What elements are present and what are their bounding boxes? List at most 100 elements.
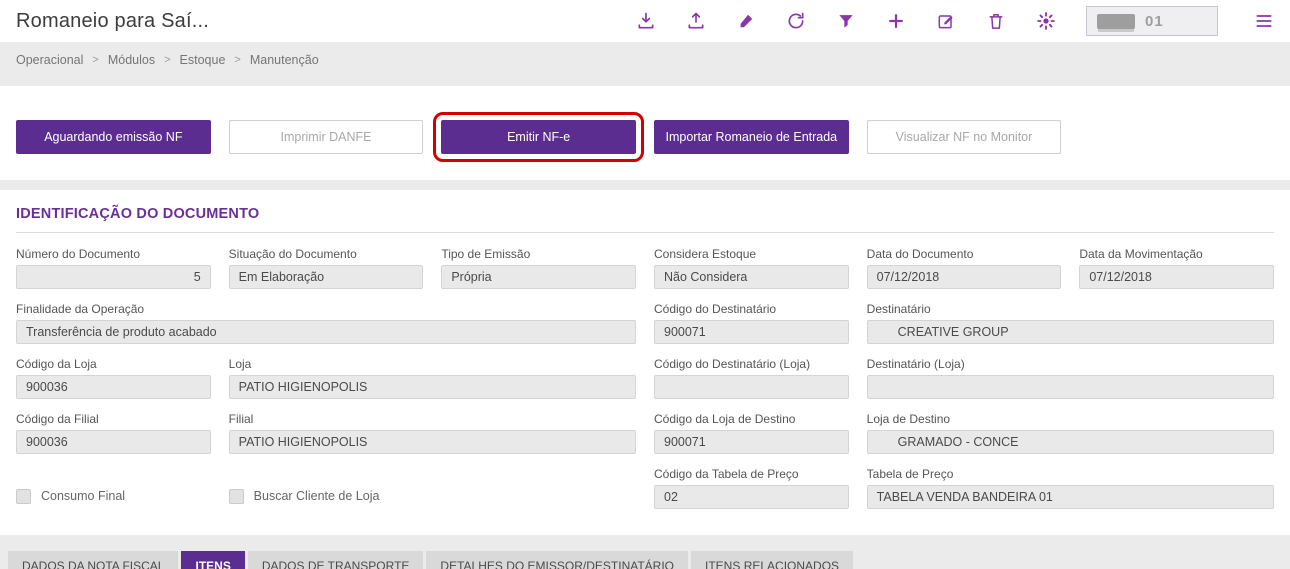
breadcrumb-item-operacional[interactable]: Operacional xyxy=(16,53,83,67)
buscar-cliente-loja-checkbox[interactable]: Buscar Cliente de Loja xyxy=(228,483,424,509)
refresh-icon[interactable] xyxy=(786,11,806,31)
breadcrumb: Operacional > Módulos > Estoque > Manute… xyxy=(0,42,1290,76)
field-label: Data do Documento xyxy=(866,247,974,261)
field-data-movimentacao: Data da Movimentação 07/12/2018 xyxy=(1079,247,1274,289)
checkbox-label: Consumo Final xyxy=(41,489,126,503)
pages-icon xyxy=(1097,13,1135,29)
visualizar-nf-monitor-button[interactable]: Visualizar NF no Monitor xyxy=(866,120,1062,154)
field-label: Filial xyxy=(228,412,254,426)
field-value: 900071 xyxy=(654,430,849,454)
breadcrumb-separator: > xyxy=(234,54,241,66)
field-label: Código do Destinatário (Loja) xyxy=(654,357,811,371)
checkbox-icon[interactable] xyxy=(16,488,31,504)
field-value: 02 xyxy=(654,485,849,509)
tab-dados-de-transporte[interactable]: DADOS DE TRANSPORTE xyxy=(247,551,424,569)
field-label: Código da Tabela de Preço xyxy=(654,467,799,481)
aguardando-emissao-nf-button[interactable]: Aguardando emissão NF xyxy=(16,120,211,154)
field-label: Número do Documento xyxy=(16,247,141,261)
gear-icon[interactable] xyxy=(1036,11,1056,31)
field-destinatario: Destinatário CREATIVE GROUP xyxy=(866,302,1274,344)
imprimir-danfe-button[interactable]: Imprimir DANFE xyxy=(228,120,424,154)
toolbar: 01 xyxy=(636,6,1274,36)
tab-itens-relacionados[interactable]: ITENS RELACIONADOS xyxy=(691,551,854,569)
consumo-final-checkbox[interactable]: Consumo Final xyxy=(16,483,211,509)
field-value: Própria xyxy=(441,265,636,289)
field-finalidade-operacao: Finalidade da Operação Transferência de … xyxy=(16,302,636,344)
field-filial: Filial PATIO HIGIENOPOLIS xyxy=(228,412,636,454)
field-label: Data da Movimentação xyxy=(1079,247,1203,261)
breadcrumb-separator: > xyxy=(92,54,99,66)
field-label: Finalidade da Operação xyxy=(16,302,145,316)
document-identification-panel: IDENTIFICAÇÃO DO DOCUMENTO Número do Doc… xyxy=(0,190,1290,535)
field-label: Destinatário (Loja) xyxy=(866,357,965,371)
field-data-documento: Data do Documento 07/12/2018 xyxy=(866,247,1062,289)
notification-badge[interactable]: 01 xyxy=(1086,6,1218,36)
download-icon[interactable] xyxy=(636,11,656,31)
tab-dados-da-nota-fiscal[interactable]: DADOS DA NOTA FISCAL xyxy=(8,551,179,569)
field-situacao-documento: Situação do Documento Em Elaboração xyxy=(228,247,424,289)
field-value: PATIO HIGIENOPOLIS xyxy=(228,430,636,454)
breadcrumb-item-manutencao[interactable]: Manutenção xyxy=(250,53,319,67)
field-codigo-destinatario-loja: Código do Destinatário (Loja) xyxy=(654,357,849,399)
field-numero-documento: Número do Documento 5 xyxy=(16,247,211,289)
field-codigo-destinatario: Código do Destinatário 900071 xyxy=(654,302,849,344)
field-label: Considera Estoque xyxy=(654,247,757,261)
eraser-icon[interactable] xyxy=(736,11,756,31)
breadcrumb-separator: > xyxy=(164,54,171,66)
field-loja: Loja PATIO HIGIENOPOLIS xyxy=(228,357,636,399)
section-title: IDENTIFICAÇÃO DO DOCUMENTO xyxy=(16,206,1274,233)
field-value: PATIO HIGIENOPOLIS xyxy=(228,375,636,399)
tab-detalhes-emissor-destinatario[interactable]: DETALHES DO EMISSOR/DESTINATÁRIO xyxy=(426,551,689,569)
app-window: Romaneio para Saí... 01 Operacional > Mó… xyxy=(0,0,1290,569)
filter-icon[interactable] xyxy=(836,11,856,31)
header: Romaneio para Saí... 01 xyxy=(0,0,1290,42)
field-tipo-emissao: Tipo de Emissão Própria xyxy=(441,247,636,289)
field-value xyxy=(654,375,849,399)
field-value: 900036 xyxy=(16,375,211,399)
field-value xyxy=(866,375,1274,399)
tab-bar: DADOS DA NOTA FISCAL ITENS DADOS DE TRAN… xyxy=(0,535,1290,569)
field-codigo-filial: Código da Filial 900036 xyxy=(16,412,211,454)
badge-count: 01 xyxy=(1145,12,1164,30)
actions-row: Aguardando emissão NF Imprimir DANFE Emi… xyxy=(16,112,1274,162)
field-value: 07/12/2018 xyxy=(866,265,1062,289)
field-codigo-loja: Código da Loja 900036 xyxy=(16,357,211,399)
field-label: Código do Destinatário xyxy=(654,302,777,316)
field-label: Loja xyxy=(228,357,252,371)
field-value: Não Considera xyxy=(654,265,849,289)
field-label: Código da Filial xyxy=(16,412,99,426)
field-label: Tabela de Preço xyxy=(866,467,954,481)
checkbox-icon[interactable] xyxy=(228,488,244,504)
edit-icon[interactable] xyxy=(936,11,956,31)
field-value: 900036 xyxy=(16,430,211,454)
plus-icon[interactable] xyxy=(886,11,906,31)
field-value: Em Elaboração xyxy=(228,265,424,289)
breadcrumb-item-estoque[interactable]: Estoque xyxy=(180,53,226,67)
field-label: Situação do Documento xyxy=(228,247,357,261)
menu-icon[interactable] xyxy=(1254,11,1274,31)
field-value: 5 xyxy=(16,265,211,289)
field-value: 900071 xyxy=(654,320,849,344)
field-label: Código da Loja xyxy=(16,357,97,371)
field-loja-destino: Loja de Destino GRAMADO - CONCE xyxy=(866,412,1274,454)
trash-icon[interactable] xyxy=(986,11,1006,31)
document-form: Número do Documento 5 Situação do Docume… xyxy=(16,247,1274,509)
field-considera-estoque: Considera Estoque Não Considera xyxy=(654,247,849,289)
field-label: Código da Loja de Destino xyxy=(654,412,796,426)
field-codigo-tabela-preco: Código da Tabela de Preço 02 xyxy=(654,467,849,509)
page-title: Romaneio para Saí... xyxy=(16,9,209,32)
field-tabela-preco: Tabela de Preço TABELA VENDA BANDEIRA 01 xyxy=(866,467,1274,509)
field-value: GRAMADO - CONCE xyxy=(866,430,1274,454)
field-value: TABELA VENDA BANDEIRA 01 xyxy=(866,485,1274,509)
field-label: Loja de Destino xyxy=(866,412,951,426)
upload-icon[interactable] xyxy=(686,11,706,31)
field-value: CREATIVE GROUP xyxy=(866,320,1274,344)
importar-romaneio-entrada-button[interactable]: Importar Romaneio de Entrada xyxy=(654,120,849,154)
checkbox-label: Buscar Cliente de Loja xyxy=(253,489,380,503)
breadcrumb-item-modulos[interactable]: Módulos xyxy=(108,53,155,67)
field-value: Transferência de produto acabado xyxy=(16,320,636,344)
emitir-nfe-button[interactable]: Emitir NF-e xyxy=(433,112,644,162)
actions-panel: Aguardando emissão NF Imprimir DANFE Emi… xyxy=(0,86,1290,180)
tab-itens[interactable]: ITENS xyxy=(181,551,245,569)
field-label: Tipo de Emissão xyxy=(441,247,531,261)
